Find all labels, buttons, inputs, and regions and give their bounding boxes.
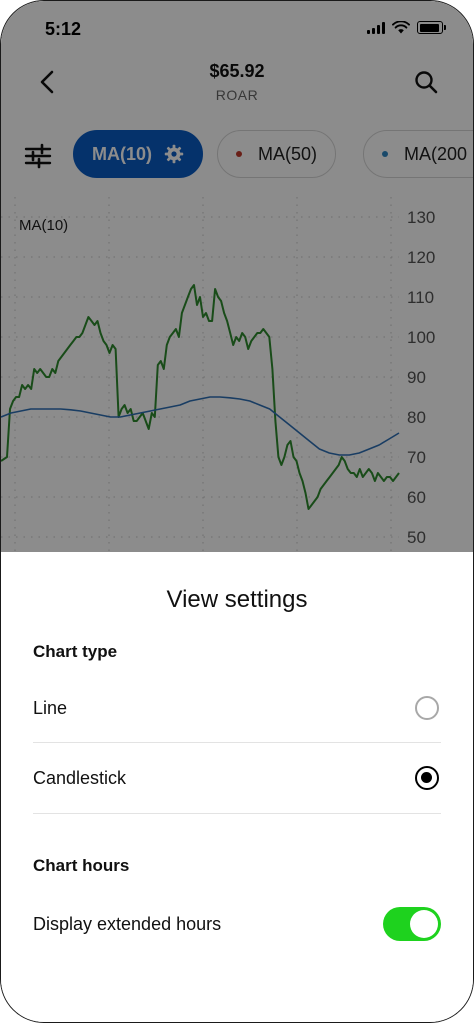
radio-button-checked[interactable] <box>415 766 439 790</box>
view-settings-sheet: View settings Chart type Line Candlestic… <box>1 552 473 1022</box>
option-candlestick[interactable]: Candlestick <box>33 744 441 812</box>
phone-frame: 5:12 $65.92 ROAR MA(10) MA(50) MA(200 13… <box>0 0 474 1023</box>
toggle-knob <box>410 910 438 938</box>
option-label: Candlestick <box>33 767 127 788</box>
divider <box>33 813 441 814</box>
chart-hours-header: Chart hours <box>33 856 130 875</box>
option-line[interactable]: Line <box>33 674 441 742</box>
option-label: Line <box>33 697 68 718</box>
chart-type-header: Chart type <box>33 642 118 661</box>
extended-hours-label: Display extended hours <box>33 913 222 934</box>
divider <box>33 742 441 743</box>
extended-hours-toggle[interactable] <box>383 907 441 941</box>
radio-button-unchecked[interactable] <box>415 696 439 720</box>
extended-hours-row[interactable]: Display extended hours <box>33 890 441 958</box>
sheet-title: View settings <box>166 586 308 613</box>
